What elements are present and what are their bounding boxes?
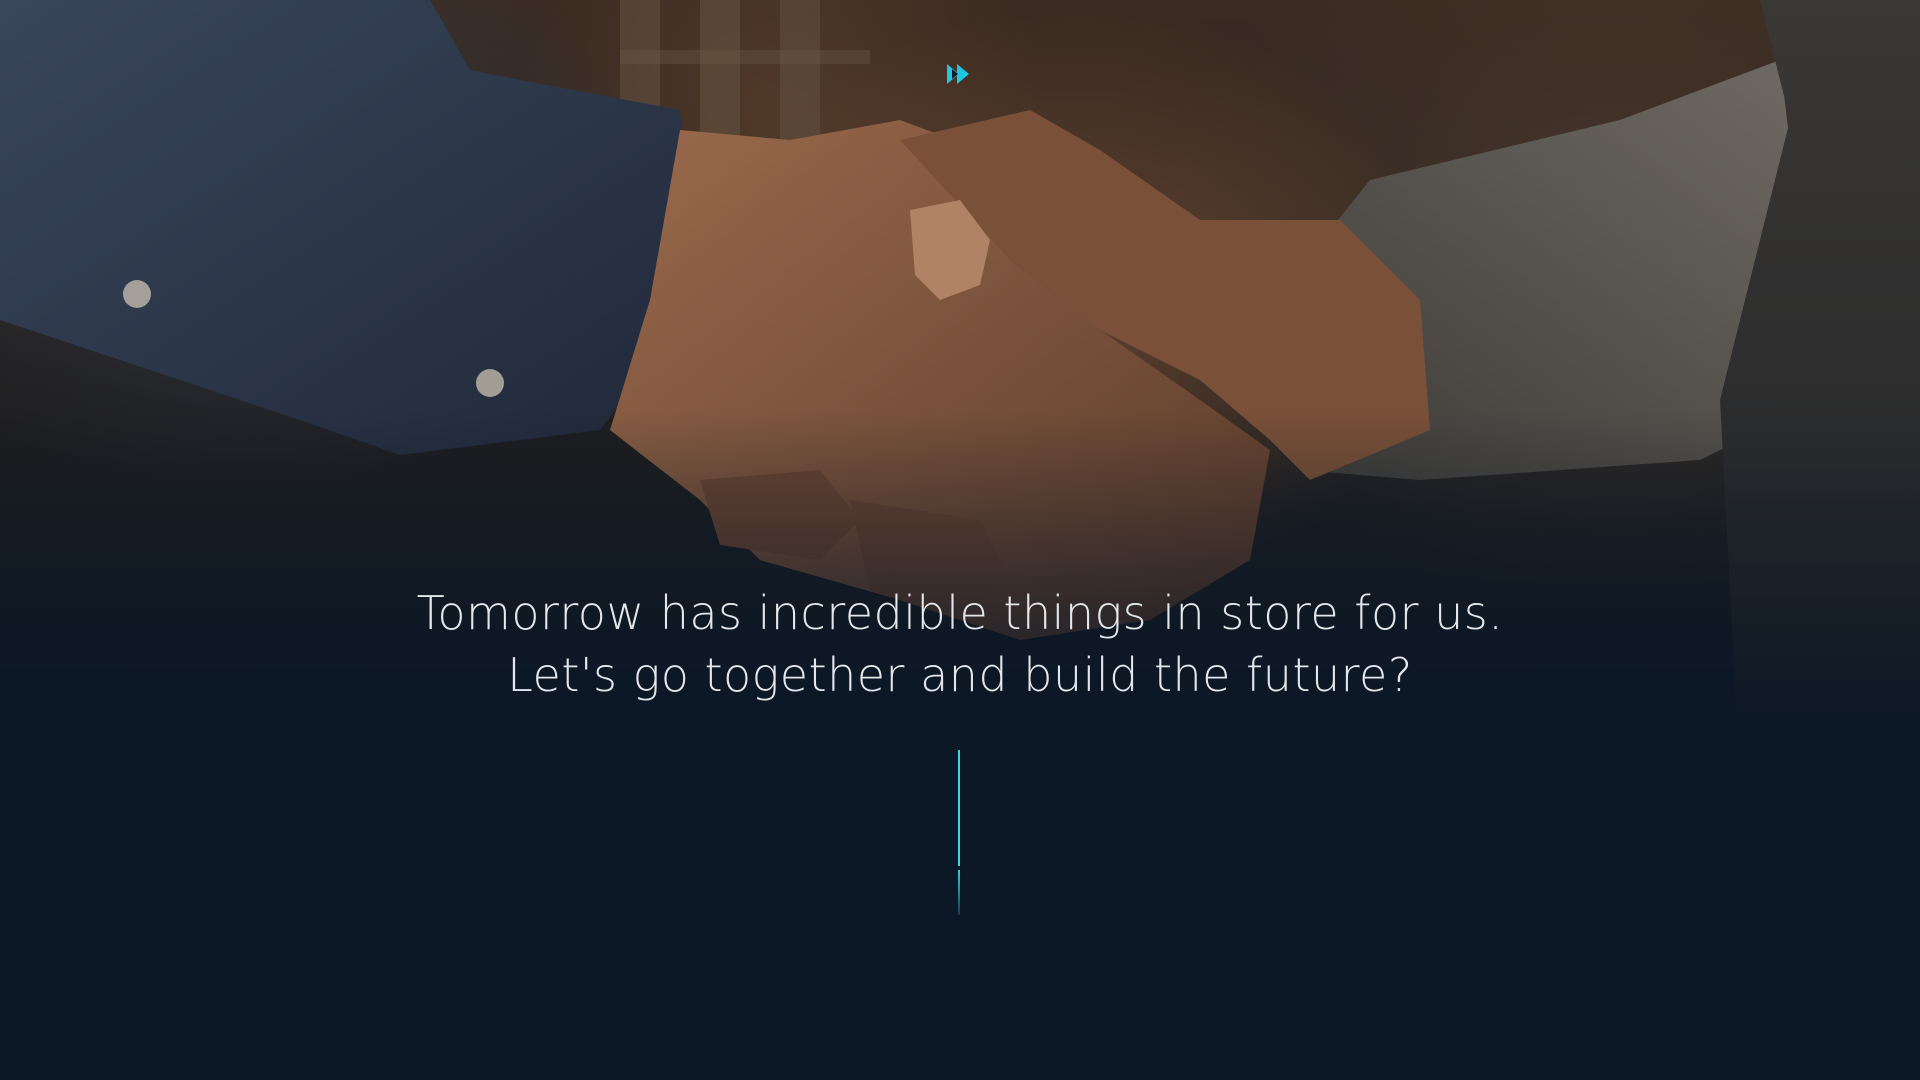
hero-headline: Tomorrow has incredible things in store … [260,582,1660,706]
hero-line-1: Tomorrow has incredible things in store … [416,586,1504,640]
fast-forward-icon[interactable] [946,62,976,86]
background-gradient-overlay [0,0,1920,1080]
scroll-indicator-line[interactable] [958,750,960,915]
hero-section: Tomorrow has incredible things in store … [0,0,1920,1080]
hero-line-2: Let's go together and build the future? [507,648,1413,702]
scroll-indicator-gap [956,866,962,870]
